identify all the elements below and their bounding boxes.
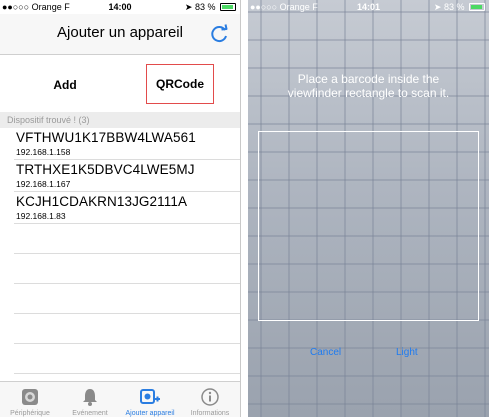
- empty-row: [14, 224, 240, 254]
- battery-icon: [469, 3, 485, 11]
- tab-informations[interactable]: Informations: [180, 382, 240, 417]
- bell-icon: [83, 389, 97, 406]
- battery-icon: [220, 3, 236, 11]
- tab-label: Evénement: [72, 410, 108, 417]
- light-button[interactable]: Light: [396, 347, 418, 358]
- tab-evenement[interactable]: Evénement: [60, 382, 120, 417]
- battery-percent: 83 %: [443, 2, 465, 12]
- status-bar: ●●○○○ Orange F 14:01 ➤ 83 %: [248, 0, 489, 14]
- empty-row: [14, 314, 240, 344]
- device-id: TRTHXE1K5DBVC4LWE5MJ: [16, 162, 195, 177]
- battery-percent: 83 %: [194, 2, 216, 12]
- device-list: VFTHWU1K17BBW4LWA561 192.168.1.158 TRTHX…: [0, 128, 240, 404]
- add-button[interactable]: Add: [25, 75, 105, 95]
- found-devices-header: Dispositif trouvé ! (3): [0, 112, 240, 128]
- tab-ajouter-appareil[interactable]: Ajouter appareil: [120, 382, 180, 417]
- tab-label: Informations: [190, 410, 230, 417]
- device-row[interactable]: TRTHXE1K5DBVC4LWE5MJ 192.168.1.167: [14, 160, 240, 192]
- empty-row: [14, 284, 240, 314]
- cancel-button[interactable]: Cancel: [310, 347, 341, 358]
- add-mode-selector: Add QRCode: [0, 55, 240, 112]
- qrcode-button[interactable]: QRCode: [146, 64, 214, 104]
- device-row[interactable]: VFTHWU1K17BBW4LWA561 192.168.1.158: [14, 128, 240, 160]
- device-ip: 192.168.1.83: [16, 211, 66, 221]
- empty-row: [14, 254, 240, 284]
- tab-peripherique[interactable]: Périphérique: [0, 382, 60, 417]
- add-device-icon: [140, 389, 160, 404]
- device-ip: 192.168.1.167: [16, 179, 71, 189]
- instruction-line: viewfinder rectangle to scan it.: [287, 86, 450, 100]
- battery-indicator: ➤ 83 %: [185, 2, 236, 13]
- device-icon: [22, 389, 38, 405]
- info-icon: [201, 388, 219, 406]
- add-device-screen: ●●○○○ Orange F 14:00 ➤ 83 % Ajouter un a…: [0, 0, 241, 417]
- barcode-scanner-screen: ●●○○○ Orange F 14:01 ➤ 83 % Place a barc…: [248, 0, 489, 417]
- device-id: KCJH1CDAKRN13JG2111A: [16, 194, 188, 209]
- battery-indicator: ➤ 83 %: [434, 2, 485, 13]
- tab-bar: Périphérique Evénement Ajouter appareil: [0, 381, 240, 417]
- refresh-icon[interactable]: [208, 23, 230, 45]
- instruction-line: Place a barcode inside the: [297, 72, 440, 86]
- status-bar: ●●○○○ Orange F 14:00 ➤ 83 %: [0, 0, 240, 14]
- location-arrow-icon: ➤: [433, 2, 442, 12]
- device-ip: 192.168.1.158: [16, 147, 71, 157]
- tab-label: Périphérique: [10, 410, 50, 417]
- viewfinder-rectangle: [258, 131, 479, 321]
- device-id: VFTHWU1K17BBW4LWA561: [16, 130, 196, 145]
- tab-label: Ajouter appareil: [125, 410, 175, 417]
- page-title: Ajouter un appareil: [57, 24, 183, 41]
- scan-instructions: Place a barcode inside the viewfinder re…: [248, 72, 489, 100]
- location-arrow-icon: ➤: [184, 2, 193, 12]
- navigation-bar: Ajouter un appareil: [0, 14, 240, 55]
- device-row[interactable]: KCJH1CDAKRN13JG2111A 192.168.1.83: [14, 192, 240, 224]
- empty-row: [14, 344, 240, 374]
